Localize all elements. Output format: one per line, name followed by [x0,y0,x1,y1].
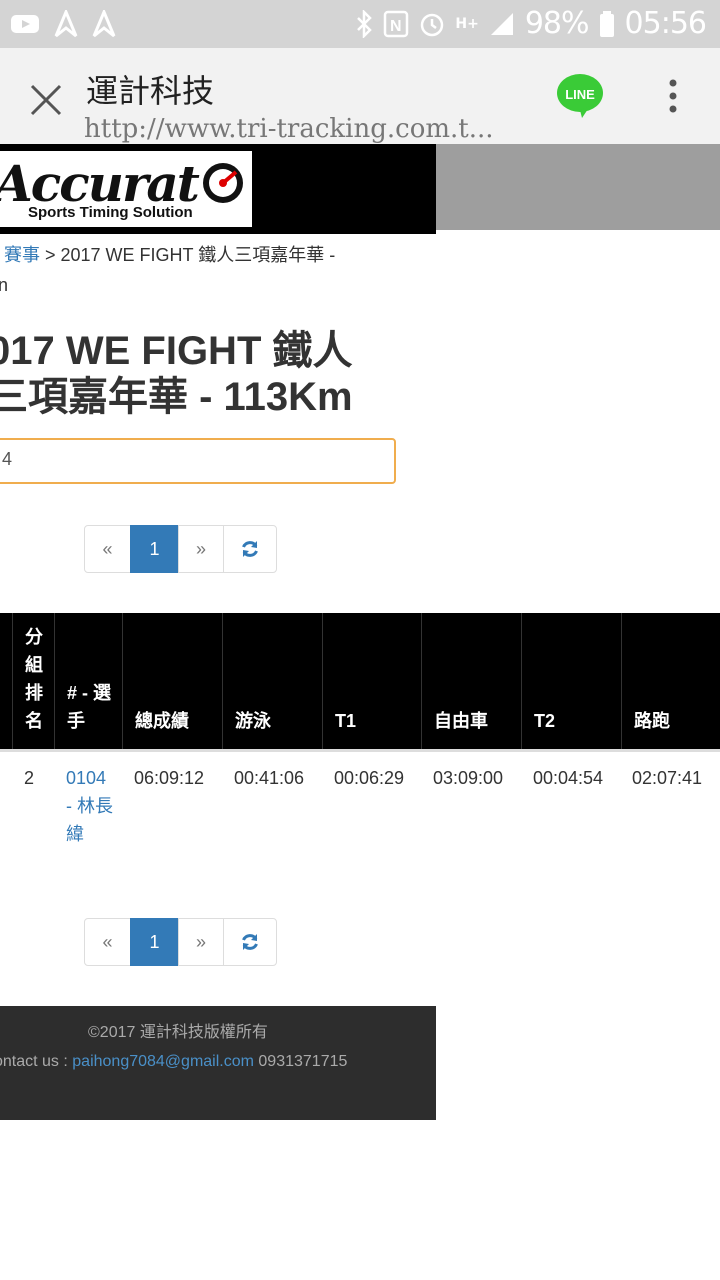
battery-percent: 98% [524,6,590,41]
col-bike[interactable]: 自由車 [421,613,522,749]
status-notifications [10,10,116,38]
col-swim[interactable]: 游泳 [222,613,323,749]
line-share-button[interactable]: LINE [556,72,604,118]
status-indicators: N H+ 98% 05:56 [355,6,707,41]
col-t1[interactable]: T1 [322,613,422,749]
cell-swim: 00:41:06 [234,768,305,788]
page-title-line1: 017 WE FIGHT 鐵人 [0,329,353,373]
status-bar: N H+ 98% 05:56 [0,0,720,48]
col-run[interactable]: 路跑 [621,613,720,749]
cell-t1: 00:06:29 [334,768,405,788]
url-display[interactable]: http://www.tri-tracking.com.t... [84,114,524,144]
prev-page-button[interactable]: « [84,918,131,966]
contact-label: ontact us : [0,1053,73,1070]
next-page-button[interactable]: » [178,918,224,966]
athlete-link[interactable]: 0104 - 林長緯 [66,768,113,844]
contact-email-link[interactable]: paihong7084@gmail.com [72,1053,254,1070]
more-menu-icon[interactable] [664,78,682,118]
search-input-value: 4 [2,449,13,469]
contact-phone: 0931371715 [253,1053,348,1070]
network-type: H+ [455,15,479,32]
page-tab-title: 運計科技 [86,72,215,110]
nfc-icon: N [384,10,409,37]
signal-icon [490,12,513,35]
page-1-button[interactable]: 1 [130,525,179,573]
prev-page-button[interactable]: « [84,525,131,573]
gauge-icon [203,163,243,203]
breadcrumb: 賽事 > 2017 WE FIGHT 鐵人三項嘉年華 - [4,238,364,272]
breadcrumb-continuation: n [0,275,9,295]
footer-copyright: ©2017 運計科技版權所有 [88,1024,268,1041]
table-header-divider [0,749,720,752]
search-input[interactable] [0,438,396,484]
breadcrumb-current: > 2017 WE FIGHT 鐵人三項嘉年華 - [40,245,336,265]
page-1-button[interactable]: 1 [130,918,179,966]
cell-bike: 03:09:00 [433,768,504,788]
next-page-button[interactable]: » [178,525,224,573]
close-icon[interactable] [26,80,66,120]
app-notification-icon [92,10,116,38]
line-label: LINE [565,87,595,102]
cell-athlete: 0104 - 林長緯 [66,764,116,848]
col-total[interactable]: 總成績 [122,613,223,749]
youtube-icon [11,15,39,33]
cell-total: 06:09:12 [134,768,205,788]
page-title-line2: 三項嘉年華 - 113Km [0,375,353,419]
refresh-icon [242,541,258,557]
svg-text:N: N [390,18,402,35]
logo-tagline: Sports Timing Solution [28,204,193,221]
clock: 05:56 [624,6,707,41]
pagination-top: « 1 » [84,525,277,573]
breadcrumb-link-events[interactable]: 賽事 [4,245,40,265]
cell-t2: 00:04:54 [533,768,604,788]
refresh-icon [242,934,258,950]
app-notification-icon [54,10,78,38]
refresh-button[interactable] [223,918,277,966]
custom-tab-toolbar: 運計科技 http://www.tri-tracking.com.t... [0,48,720,144]
col-athlete[interactable]: # - 選手 [54,613,123,749]
col-group-rank[interactable]: 分組排名 [12,613,55,749]
site-header-side [436,144,720,230]
alarm-icon [421,13,444,36]
col-t2[interactable]: T2 [521,613,622,749]
cell-rank: 2 [24,768,35,788]
refresh-button[interactable] [223,525,277,573]
cell-run: 02:07:41 [632,768,703,788]
bluetooth-icon [357,9,373,38]
pagination-bottom: « 1 » [84,918,277,966]
footer-contact: ontact us : paihong7084@gmail.com 093137… [0,1053,347,1071]
page-title: 017 WE FIGHT 鐵人 三項嘉年華 - 113Km [0,328,368,420]
battery-icon [599,10,614,37]
